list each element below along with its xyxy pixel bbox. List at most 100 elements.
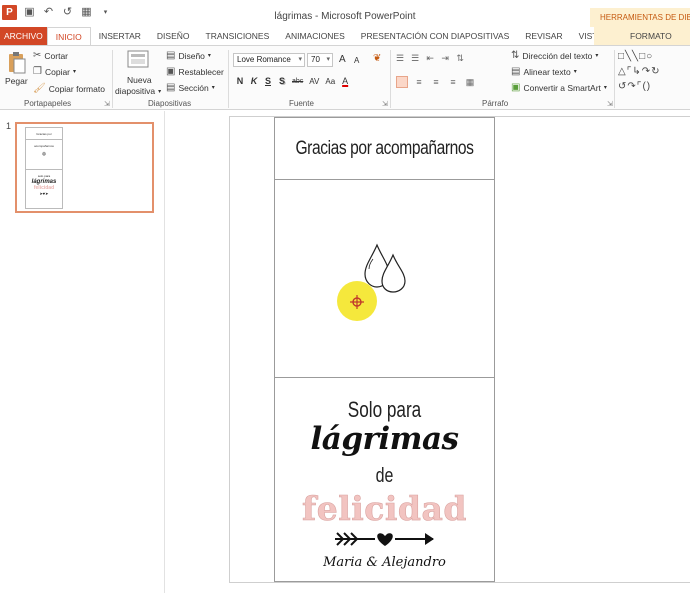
card-middle-band: [275, 181, 494, 378]
thumbnail-arrow-icon: ➤♥➤: [39, 191, 49, 196]
separator: [390, 50, 391, 108]
thumbnail-footer: solo para lágrimas felicidad ➤♥➤: [26, 170, 62, 208]
title-bar: P ▣ ↶ ↺ ▦ ▾ lágrimas - Microsoft PowerPo…: [0, 0, 690, 27]
italic-button[interactable]: K: [250, 76, 258, 86]
tab-presentacion[interactable]: PRESENTACIÓN CON DIAPOSITIVAS: [353, 27, 517, 45]
card-header-band: Gracias por acompañarnos: [275, 118, 494, 180]
font-name-value: Love Romance: [237, 55, 291, 64]
change-case-button[interactable]: Aa: [325, 77, 335, 86]
bold-button[interactable]: N: [236, 76, 244, 86]
grow-font-button[interactable]: A: [339, 54, 346, 65]
copy-label: Copiar: [44, 66, 71, 77]
tab-transiciones[interactable]: TRANSICIONES: [198, 27, 278, 45]
chevron-down-icon: ▾: [326, 56, 330, 63]
text-direction-icon: ⇅: [511, 50, 520, 61]
reset-button[interactable]: ▣ Restablecer: [166, 66, 224, 77]
justify-icon[interactable]: ≡: [447, 76, 459, 88]
align-left-icon[interactable]: [396, 76, 408, 88]
thumbnail-header: Gracias por acompañarnos: [26, 128, 62, 148]
ribbon: Pegar ✂ Cortar ❐ Copiar ▾ 🖌 Copiar formato P…: [0, 45, 690, 110]
tab-insertar[interactable]: INSERTAR: [91, 27, 149, 45]
thumbnail-preview: Gracias por acompañarnos ❅ solo para lág…: [25, 127, 63, 209]
separator: [228, 50, 229, 108]
card-line-felicidad[interactable]: felicidad: [275, 489, 494, 529]
move-cursor-icon: [350, 295, 364, 309]
paragraph-launcher-icon[interactable]: ⇲: [607, 100, 613, 108]
card-footer-band: Solo para lágrimas de felicidad Maria & …: [275, 379, 494, 581]
powerpoint-window: P ▣ ↶ ↺ ▦ ▾ lágrimas - Microsoft PowerPo…: [0, 0, 690, 593]
align-center-icon[interactable]: ≡: [413, 76, 425, 88]
cut-label: Cortar: [44, 50, 69, 61]
font-format-row: N K S S abc AV Aa A: [236, 76, 349, 86]
underline-button[interactable]: S: [264, 76, 272, 86]
shrink-font-button[interactable]: A: [354, 56, 359, 65]
reset-label: Restablecer: [178, 66, 224, 77]
paragraph-row-1: ☰ ☰ ⇤ ⇥ ⇅: [396, 53, 464, 64]
text-direction-button[interactable]: ⇅ Dirección del texto ▾: [511, 50, 598, 61]
new-slide-icon[interactable]: [127, 50, 149, 72]
tab-inicio[interactable]: INICIO: [46, 27, 91, 45]
section-button[interactable]: ▤ Sección ▾: [166, 82, 215, 93]
paste-button[interactable]: Pegar: [5, 76, 28, 86]
align-right-icon[interactable]: ≡: [430, 76, 442, 88]
new-slide-label-2: diapositiva: [115, 86, 156, 96]
tab-animaciones[interactable]: ANIMACIONES: [277, 27, 353, 45]
chevron-down-icon: ▾: [298, 56, 302, 63]
tab-revisar[interactable]: REVISAR: [517, 27, 570, 45]
card-line-lagrimas[interactable]: lágrimas: [275, 421, 494, 457]
cut-button[interactable]: ✂ Cortar: [33, 50, 68, 61]
separator: [614, 50, 615, 108]
group-label-clipboard: Portapapeles: [24, 99, 72, 108]
font-color-button[interactable]: A: [341, 76, 349, 86]
smartart-button[interactable]: ▣ Convertir a SmartArt ▾: [511, 82, 607, 93]
group-label-paragraph: Párrafo: [482, 99, 509, 108]
bullets-icon[interactable]: ☰: [396, 53, 404, 64]
paste-icon[interactable]: [7, 51, 27, 77]
char-spacing-button[interactable]: AV: [309, 77, 319, 86]
card-line-solo[interactable]: Solo para: [299, 397, 470, 423]
clipboard-launcher-icon[interactable]: ⇲: [104, 100, 110, 108]
shapes-gallery[interactable]: □╲╲□○ △⌜↳↷↻ ↺↷⌜(): [618, 49, 690, 95]
layout-button[interactable]: ▤ Diseño ▾: [166, 50, 211, 61]
font-size-value: 70: [311, 55, 320, 64]
card-names[interactable]: Maria & Alejandro: [275, 555, 494, 570]
section-label: Sección: [178, 82, 209, 93]
paragraph-row-2: ≡ ≡ ≡ ▦: [396, 76, 476, 88]
slide-thumbnail[interactable]: Gracias por acompañarnos ❅ solo para lág…: [15, 122, 154, 213]
font-name-combo[interactable]: Love Romance ▾: [233, 53, 305, 67]
decrease-indent-icon[interactable]: ⇤: [426, 53, 434, 64]
copy-button[interactable]: ❐ Copiar ▾: [33, 66, 76, 77]
card-header-text[interactable]: Gracias por acompañarnos: [295, 138, 475, 160]
columns-icon[interactable]: ▦: [464, 76, 476, 88]
window-title: lágrimas - Microsoft PowerPoint: [274, 11, 416, 22]
ribbon-tabs: ARCHIVO INICIO INSERTAR DISEÑO TRANSICIO…: [0, 27, 690, 45]
font-size-combo[interactable]: 70 ▾: [307, 53, 333, 67]
text-direction-label: Dirección del texto: [522, 50, 593, 61]
align-text-button[interactable]: ▤ Alinear texto ▾: [511, 66, 577, 77]
strikethrough-button[interactable]: abc: [292, 78, 303, 85]
group-label-font: Fuente: [289, 99, 314, 108]
smartart-icon: ▣: [511, 82, 521, 93]
new-slide-label-1[interactable]: Nueva: [127, 75, 152, 85]
format-painter-button[interactable]: 🖌 Copiar formato: [33, 83, 105, 94]
smartart-label: Convertir a SmartArt: [523, 82, 601, 93]
numbering-icon[interactable]: ☰: [411, 53, 419, 64]
thumbnail-drops-icon: ❅: [26, 140, 62, 170]
new-slide-button[interactable]: diapositiva ▾: [115, 86, 161, 96]
tab-diseno[interactable]: DISEÑO: [149, 27, 198, 45]
slide-thumbnail-pane: 1 Gracias por acompañarnos ❅ solo para l…: [0, 111, 165, 593]
shadow-button[interactable]: S: [278, 76, 286, 86]
layout-icon: ▤: [166, 50, 176, 61]
tab-archivo[interactable]: ARCHIVO: [0, 27, 47, 45]
card-line-de[interactable]: de: [297, 465, 472, 488]
increase-indent-icon[interactable]: ⇥: [441, 53, 449, 64]
arrow-heart-icon[interactable]: [333, 530, 437, 548]
teardrops-icon[interactable]: [363, 241, 413, 293]
tab-formato[interactable]: FORMATO: [594, 27, 690, 45]
align-text-icon: ▤: [511, 66, 521, 77]
clear-format-icon[interactable]: ❦: [373, 53, 381, 64]
line-spacing-icon[interactable]: ⇅: [456, 53, 464, 64]
card-page[interactable]: Gracias por acompañarnos Solo para lágri…: [274, 117, 495, 582]
font-launcher-icon[interactable]: ⇲: [382, 100, 388, 108]
section-icon: ▤: [166, 82, 176, 93]
